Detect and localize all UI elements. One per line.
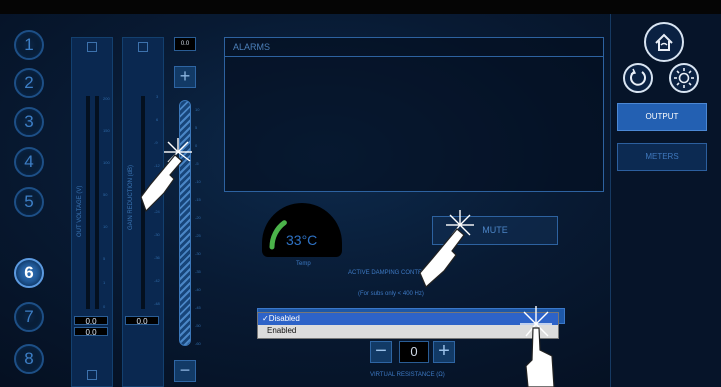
voltage-tick: 150	[103, 128, 110, 133]
out-voltage-checkbox[interactable]	[87, 42, 97, 52]
amp-control-app: 1 2 3 4 5 6 7 8 OUT VOLTAGE (V) 200 150 …	[0, 0, 721, 387]
fader-tick: -25	[195, 233, 201, 238]
gain-tick: 6	[156, 117, 159, 122]
gain-tick: -42	[154, 278, 160, 283]
alarms-title: ALARMS	[225, 38, 603, 57]
resistance-label: VIRTUAL RESISTANCE (Ω)	[370, 372, 445, 378]
output-button[interactable]: OUTPUT	[617, 103, 707, 131]
fader-tick: -45	[195, 305, 201, 310]
fader-tick: -20	[195, 215, 201, 220]
touch-hand-icon	[419, 210, 474, 289]
channel-2-button[interactable]: 2	[14, 68, 44, 98]
alarms-panel: ALARMS	[224, 37, 604, 192]
out-voltage-bottom-checkbox[interactable]	[87, 370, 97, 380]
resistance-value: 0	[399, 341, 429, 363]
out-voltage-readout-1: 0.0	[74, 316, 108, 326]
channel-4-button[interactable]: 4	[14, 147, 44, 177]
fader-tick: -30	[195, 251, 201, 256]
brightness-button[interactable]	[669, 63, 699, 93]
top-bar	[0, 0, 721, 14]
gain-tick: -48	[154, 301, 160, 306]
fader-tick: -60	[195, 341, 201, 346]
out-voltage-bar-left	[86, 96, 90, 309]
check-icon: ✓	[262, 314, 269, 323]
voltage-tick: 5	[103, 256, 106, 261]
fader-plus-button[interactable]: +	[174, 66, 196, 88]
touch-hand-icon	[140, 138, 192, 213]
temp-value: 33°C	[286, 232, 318, 248]
fader-tick: -35	[195, 269, 201, 274]
fader-tick: 5	[195, 125, 198, 130]
meters-button[interactable]: METERS	[617, 143, 707, 171]
fader-value: 0.0	[174, 37, 196, 51]
fader-tick: 10	[195, 107, 200, 112]
gain-tick: -30	[154, 232, 160, 237]
voltage-tick: 100	[103, 160, 110, 165]
resistance-minus-button[interactable]: −	[370, 341, 392, 363]
temp-label: Temp	[296, 261, 311, 267]
out-voltage-label: OUT VOLTAGE (V)	[77, 185, 83, 237]
refresh-icon	[630, 68, 646, 86]
gain-reduction-readout: 0.0	[125, 316, 159, 326]
channel-selector: 1 2 3 4 5 6 7 8	[8, 30, 56, 387]
temp-gauge-arc	[269, 220, 287, 250]
refresh-button[interactable]	[623, 63, 653, 93]
touch-hand-icon	[520, 306, 555, 387]
gain-reduction-checkbox[interactable]	[138, 42, 148, 52]
channel-8-button[interactable]: 8	[14, 344, 44, 374]
out-voltage-readout-2: 0.0	[74, 327, 108, 337]
voltage-tick: 0	[103, 304, 106, 309]
gain-tick: -36	[154, 255, 160, 260]
gain-tick: 3	[156, 94, 159, 99]
sun-icon	[674, 68, 694, 88]
voltage-tick: 1	[103, 280, 106, 285]
channel-3-button[interactable]: 3	[14, 107, 44, 137]
home-icon	[655, 33, 673, 51]
fader-tick: -50	[195, 323, 201, 328]
option-label: Disabled	[268, 314, 300, 323]
temp-gauge	[262, 203, 342, 257]
damping-note: (For subs only < 400 Hz)	[358, 291, 424, 297]
channel-7-button[interactable]: 7	[14, 302, 44, 332]
resistance-plus-button[interactable]: +	[433, 341, 455, 363]
fader-tick: -40	[195, 287, 201, 292]
damping-option-disabled[interactable]: ✓Disabled	[258, 313, 558, 325]
home-button[interactable]	[644, 22, 684, 62]
out-voltage-bar-right	[95, 96, 99, 309]
gain-reduction-label: GAIN REDUCTION (dB)	[128, 164, 134, 230]
channel-5-button[interactable]: 5	[14, 187, 44, 217]
fader-minus-button[interactable]: −	[174, 360, 196, 382]
channel-1-button[interactable]: 1	[14, 30, 44, 60]
voltage-tick: 200	[103, 96, 110, 101]
damping-option-enabled[interactable]: Enabled	[258, 325, 558, 337]
voltage-tick: 50	[103, 192, 108, 197]
channel-6-button[interactable]: 6	[14, 258, 44, 288]
voltage-tick: 10	[103, 224, 108, 229]
